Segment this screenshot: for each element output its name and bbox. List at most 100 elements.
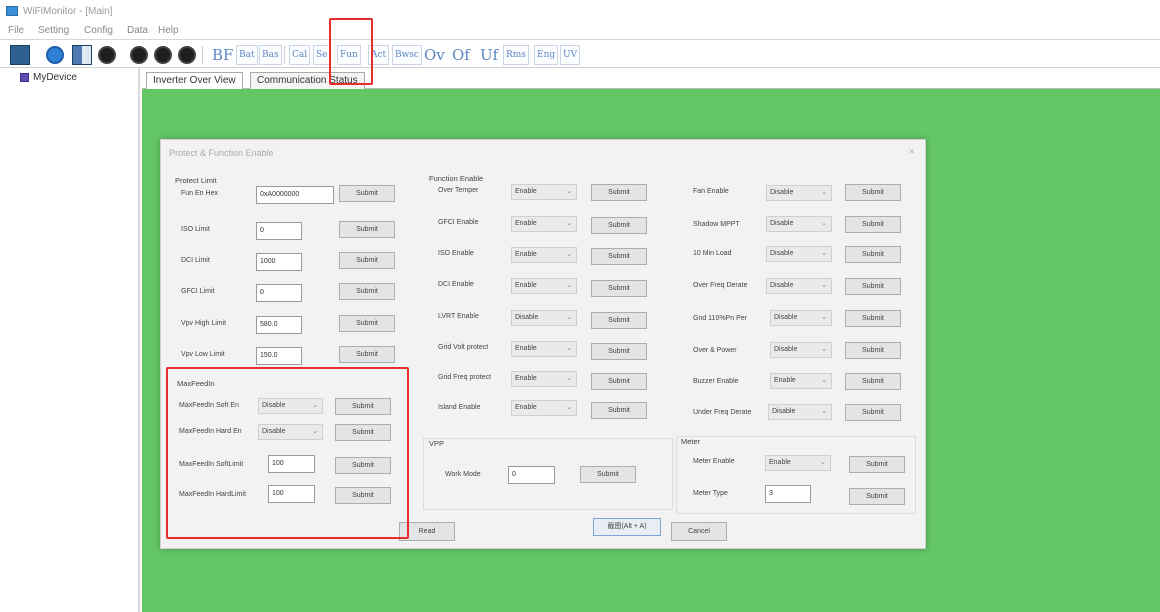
vpv-high-limit-submit[interactable]: Submit — [339, 315, 395, 332]
dci-limit-submit[interactable]: Submit — [339, 252, 395, 269]
window-title: WiFiMonitor - [Main] — [23, 6, 113, 17]
annotation-box-maxfeedin — [166, 367, 409, 539]
lvrt-enable-submit[interactable]: Submit — [591, 312, 647, 329]
menu-data[interactable]: Data — [127, 25, 148, 36]
under-freq-derate-submit[interactable]: Submit — [845, 404, 901, 421]
under-freq-derate-label: Under Freq Derate — [693, 409, 752, 416]
fun-en-hex-submit[interactable]: Submit — [339, 185, 395, 202]
circle-icon — [178, 46, 196, 64]
tb-eng-button[interactable]: Eng — [534, 45, 559, 65]
grid-freq-protect-value: Enable — [515, 375, 537, 382]
menu-setting[interactable]: Setting — [38, 25, 69, 36]
island-enable-submit[interactable]: Submit — [591, 402, 647, 419]
meter-enable-select[interactable]: Enable ⌄ — [765, 455, 831, 471]
tb-bf-button[interactable]: BF — [210, 45, 235, 65]
grid-freq-protect-select[interactable]: Enable ⌄ — [511, 371, 577, 387]
over-power-select[interactable]: Disable ⌄ — [770, 342, 832, 358]
tb-se-button[interactable]: Se — [313, 45, 331, 65]
menu-file[interactable]: File — [8, 25, 24, 36]
work-mode-input[interactable]: 0 — [508, 466, 555, 484]
close-icon[interactable]: × — [909, 146, 915, 158]
vpv-low-limit-submit[interactable]: Submit — [339, 346, 395, 363]
grid-freq-protect-submit[interactable]: Submit — [591, 373, 647, 390]
chevron-down-icon: ⌄ — [566, 251, 572, 258]
10-min-load-select[interactable]: Disable ⌄ — [766, 246, 832, 262]
tb-rms-button[interactable]: Rms — [503, 45, 529, 65]
circle-icon — [130, 46, 148, 64]
dci-enable-select[interactable]: Enable ⌄ — [511, 278, 577, 294]
over-power-submit[interactable]: Submit — [845, 342, 901, 359]
chevron-down-icon: ⌄ — [566, 282, 572, 289]
over-freq-derate-select[interactable]: Disable ⌄ — [766, 278, 832, 294]
tb-bwsc-button[interactable]: Bwsc — [392, 45, 422, 65]
tb-bat-button[interactable]: Bat — [236, 45, 258, 65]
tool-button-1[interactable] — [98, 44, 116, 66]
cancel-button[interactable]: Cancel — [671, 522, 727, 541]
under-freq-derate-value: Disable — [772, 408, 796, 415]
iso-limit-input[interactable]: 0 — [256, 222, 302, 240]
meter-enable-submit[interactable]: Submit — [849, 456, 905, 473]
tab-inverter-over-view[interactable]: Inverter Over View — [146, 72, 243, 89]
tb-uf-button[interactable]: Uf — [478, 45, 500, 65]
iso-enable-submit[interactable]: Submit — [591, 248, 647, 265]
dci-enable-value: Enable — [515, 282, 537, 289]
over-temper-submit[interactable]: Submit — [591, 184, 647, 201]
tool-button-4[interactable] — [178, 44, 196, 66]
tool-button-2[interactable] — [130, 44, 148, 66]
island-enable-select[interactable]: Enable ⌄ — [511, 400, 577, 416]
vpv-high-limit-input[interactable]: 580.0 — [256, 316, 302, 334]
grid-button[interactable] — [72, 44, 92, 66]
buzzer-enable-submit[interactable]: Submit — [845, 373, 901, 390]
gfci-limit-submit[interactable]: Submit — [339, 283, 395, 300]
10-min-load-submit[interactable]: Submit — [845, 246, 901, 263]
over-temper-value: Enable — [515, 188, 537, 195]
tool-button-3[interactable] — [154, 44, 172, 66]
meter-type-input[interactable]: 3 — [765, 485, 811, 503]
grid-volt-protect-select[interactable]: Enable ⌄ — [511, 341, 577, 357]
dci-enable-submit[interactable]: Submit — [591, 280, 647, 297]
info-button[interactable] — [46, 44, 64, 66]
chevron-down-icon: ⌄ — [566, 220, 572, 227]
tb-cal-button[interactable]: Cal — [289, 45, 311, 65]
iso-enable-select[interactable]: Enable ⌄ — [511, 247, 577, 263]
dci-limit-label: DCI Limit — [181, 257, 210, 264]
gnd-110-pn-per-select[interactable]: Disable ⌄ — [770, 310, 832, 326]
over-freq-derate-label: Over Freq Derate — [693, 282, 748, 289]
gnd-110-pn-per-label: Gnd 110%Pn Per — [693, 315, 747, 322]
tb-bas-button[interactable]: Bas — [259, 45, 282, 65]
over-temper-select[interactable]: Enable ⌄ — [511, 184, 577, 200]
grid-volt-protect-submit[interactable]: Submit — [591, 343, 647, 360]
screenshot-hint-button[interactable]: 截图(Alt + A) — [593, 518, 661, 536]
meter-type-submit[interactable]: Submit — [849, 488, 905, 505]
fan-enable-submit[interactable]: Submit — [845, 184, 901, 201]
gfci-limit-input[interactable]: 0 — [256, 284, 302, 302]
gnd-110-pn-per-submit[interactable]: Submit — [845, 310, 901, 327]
chevron-down-icon: ⌄ — [821, 314, 827, 321]
fan-enable-select[interactable]: Disable ⌄ — [766, 185, 832, 201]
meter-type-label: Meter Type — [693, 490, 728, 497]
gfci-enable-select[interactable]: Enable ⌄ — [511, 216, 577, 232]
tree-node-mydevice[interactable]: MyDevice — [20, 72, 77, 83]
tb-ov-button[interactable]: Ov — [422, 45, 447, 65]
lvrt-enable-value: Disable — [515, 314, 539, 321]
menu-help[interactable]: Help — [158, 25, 179, 36]
dci-limit-input[interactable]: 1000 — [256, 253, 302, 271]
fun-en-hex-input[interactable]: 0xA0000000 — [256, 186, 334, 204]
meter-title: Meter — [681, 437, 701, 446]
tb-uv-button[interactable]: UV — [560, 45, 581, 65]
buzzer-enable-select[interactable]: Enable ⌄ — [770, 373, 832, 389]
gfci-enable-submit[interactable]: Submit — [591, 217, 647, 234]
menu-config[interactable]: Config — [84, 25, 113, 36]
shadow-mppt-value: Disable — [770, 220, 794, 227]
vpv-low-limit-input[interactable]: 150.0 — [256, 347, 302, 365]
lvrt-enable-select[interactable]: Disable ⌄ — [511, 310, 577, 326]
over-freq-derate-submit[interactable]: Submit — [845, 278, 901, 295]
under-freq-derate-select[interactable]: Disable ⌄ — [768, 404, 832, 420]
chevron-down-icon: ⌄ — [820, 459, 826, 466]
shadow-mppt-select[interactable]: Disable ⌄ — [766, 216, 832, 232]
tb-of-button[interactable]: Of — [450, 45, 472, 65]
iso-limit-submit[interactable]: Submit — [339, 221, 395, 238]
work-mode-submit[interactable]: Submit — [580, 466, 636, 483]
shadow-mppt-submit[interactable]: Submit — [845, 216, 901, 233]
connect-button[interactable] — [10, 44, 30, 66]
